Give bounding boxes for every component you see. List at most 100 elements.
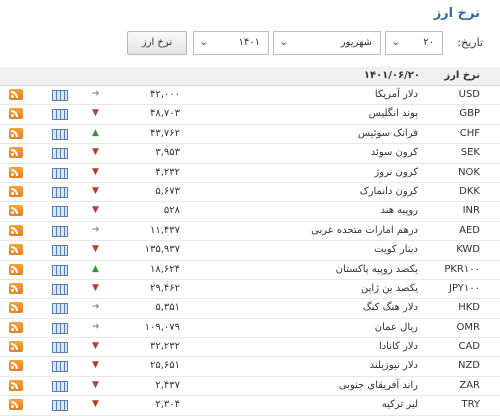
chart-icon[interactable] (52, 148, 68, 160)
year-select[interactable]: ۱۴۰۱ ⌄ (193, 31, 269, 55)
currency-name[interactable]: ریال عمان (375, 322, 418, 333)
currency-value: ۱۰۹,۰۷۹ (144, 321, 180, 333)
currency-value: ۱۱,۴۳۷ (149, 224, 180, 236)
chart-icon[interactable] (52, 245, 68, 257)
month-select[interactable]: شهریور ⌄ (273, 31, 381, 55)
currency-code: NOK (458, 166, 480, 178)
rss-icon[interactable] (9, 302, 23, 314)
currency-code: JPY۱۰۰ (449, 282, 480, 294)
table-row: CAD دلار کانادا ۳۲,۲۳۲ ▼ (0, 338, 500, 358)
currency-value: ۲,۴۳۷ (155, 379, 180, 391)
currency-name[interactable]: یکصد روپیه پاکستان (336, 264, 418, 275)
chart-icon[interactable] (52, 303, 68, 315)
currency-value: ۲۹,۴۶۲ (149, 282, 180, 294)
month-value: شهریور (340, 37, 372, 48)
year-value: ۱۴۰۱ (238, 37, 260, 48)
currency-code: HKD (458, 302, 480, 314)
rss-icon[interactable] (9, 379, 23, 391)
arrow-down-icon: ▼ (92, 205, 99, 216)
currency-code: AED (459, 224, 480, 236)
currency-name[interactable]: دلار هنگ کنگ (363, 302, 418, 313)
chart-icon[interactable] (52, 322, 68, 334)
currency-name[interactable]: پوند انگلیس (369, 108, 418, 119)
currency-name[interactable]: راند آفریقای جنوبی (339, 380, 418, 391)
currency-name[interactable]: لیر ترکیه (382, 399, 418, 410)
chart-icon[interactable] (52, 283, 68, 295)
currency-name[interactable]: یکصد ین ژاپن (361, 283, 418, 294)
rss-icon[interactable] (9, 89, 23, 100)
currency-code: SEK (460, 147, 480, 159)
chart-icon[interactable] (52, 128, 68, 140)
currency-value: ۳,۹۵۳ (155, 147, 180, 159)
currency-value: ۵,۶۷۳ (155, 185, 180, 197)
chevron-down-icon: ⌄ (199, 35, 209, 48)
table-row: NOK کرون نروژ ۴,۲۳۲ ▼ (0, 164, 500, 183)
currency-name[interactable]: دینار کویت (374, 244, 418, 255)
currency-name[interactable]: روپیه هند (380, 205, 418, 216)
chart-icon[interactable] (52, 400, 68, 412)
rss-icon[interactable] (9, 108, 23, 120)
currency-code: CAD (458, 341, 480, 353)
rss-icon[interactable] (9, 282, 23, 294)
rss-icon[interactable] (9, 399, 23, 411)
rss-icon[interactable] (9, 185, 23, 197)
currency-name[interactable]: کرون دانمارک (360, 186, 418, 197)
rss-icon[interactable] (9, 244, 23, 256)
arrow-up-icon: ▲ (92, 263, 99, 274)
chart-icon[interactable] (52, 225, 68, 237)
show-rates-button[interactable]: نرخ ارز (127, 31, 187, 55)
rss-icon[interactable] (9, 205, 23, 217)
currency-name[interactable]: کرون سوئد (371, 147, 418, 158)
day-value: ۲۰ (423, 37, 434, 48)
table-row: SEK کرون سوئد ۳,۹۵۳ ▼ (0, 144, 500, 164)
day-select[interactable]: ۲۰ ⌄ (385, 31, 443, 55)
currency-value: ۴۳,۷۶۲ (149, 127, 180, 139)
arrow-down-icon: ▼ (92, 341, 99, 352)
currency-code: ZAR (459, 379, 480, 391)
chart-icon[interactable] (52, 380, 68, 392)
chart-icon[interactable] (52, 206, 68, 218)
arrow-down-icon: ▼ (92, 147, 99, 158)
chart-icon[interactable] (52, 109, 68, 121)
table-row: NZD دلار نیوزیلند ۲۵,۶۵۱ ▼ (0, 357, 500, 377)
chart-icon[interactable] (52, 264, 68, 276)
currency-name[interactable]: دلار کانادا (379, 341, 418, 352)
arrow-up-icon: ▲ (92, 127, 99, 138)
chart-icon[interactable] (52, 342, 68, 354)
date-filter: تاریخ: ۲۰ ⌄ شهریور ⌄ ۱۴۰۱ ⌄ نرخ ارز (127, 31, 483, 57)
currency-code: USD (458, 89, 480, 100)
table-row: JPY۱۰۰ یکصد ین ژاپن ۲۹,۴۶۲ ▼ (0, 280, 500, 300)
chart-icon[interactable] (52, 167, 68, 179)
table-row: OMR ریال عمان ۱۰۹,۰۷۹ ➔ (0, 319, 500, 339)
rss-icon[interactable] (9, 166, 23, 178)
rss-icon[interactable] (9, 360, 23, 372)
currency-name[interactable]: فرانک سوئیس (358, 128, 418, 139)
rates-table: نرخ ارز ۱۴۰۱/۰۶/۲۰ USD دلار آمریکا ۴۲,۰۰۰ ➔… (0, 67, 500, 416)
chart-icon[interactable] (52, 361, 68, 373)
rss-icon[interactable] (9, 321, 23, 333)
table-row: ZAR راند آفریقای جنوبی ۲,۴۳۷ ▼ (0, 377, 500, 397)
column-header-date: ۱۴۰۱/۰۶/۲۰ (363, 70, 420, 81)
chart-icon[interactable] (52, 186, 68, 198)
currency-value: ۵,۳۵۱ (155, 302, 180, 314)
currency-name[interactable]: دلار آمریکا (375, 89, 418, 100)
arrow-right-icon: ➔ (92, 89, 100, 99)
rss-icon[interactable] (9, 147, 23, 159)
currency-value: ۳۲,۲۳۲ (149, 341, 180, 353)
table-row: AED درهم امارات متحده عربی ۱۱,۴۳۷ ➔ (0, 222, 500, 242)
table-row: TRY لیر ترکیه ۲,۳۰۴ ▼ (0, 396, 500, 416)
currency-value: ۱۸,۶۲۴ (149, 263, 180, 275)
currency-name[interactable]: دلار نیوزیلند (370, 360, 418, 371)
table-row: HKD دلار هنگ کنگ ۵,۳۵۱ ➔ (0, 299, 500, 319)
currency-name[interactable]: کرون نروژ (374, 167, 418, 178)
currency-name[interactable]: درهم امارات متحده عربی (311, 225, 418, 236)
arrow-down-icon: ▼ (92, 379, 99, 390)
rss-icon[interactable] (9, 263, 23, 275)
arrow-right-icon: ➔ (92, 302, 100, 313)
rss-icon[interactable] (9, 341, 23, 353)
currency-code: DKK (459, 185, 480, 197)
rss-icon[interactable] (9, 127, 23, 139)
chart-icon[interactable] (52, 90, 68, 101)
rss-icon[interactable] (9, 224, 23, 236)
table-row: GBP پوند انگلیس ۴۸,۷۰۳ ▼ (0, 105, 500, 125)
